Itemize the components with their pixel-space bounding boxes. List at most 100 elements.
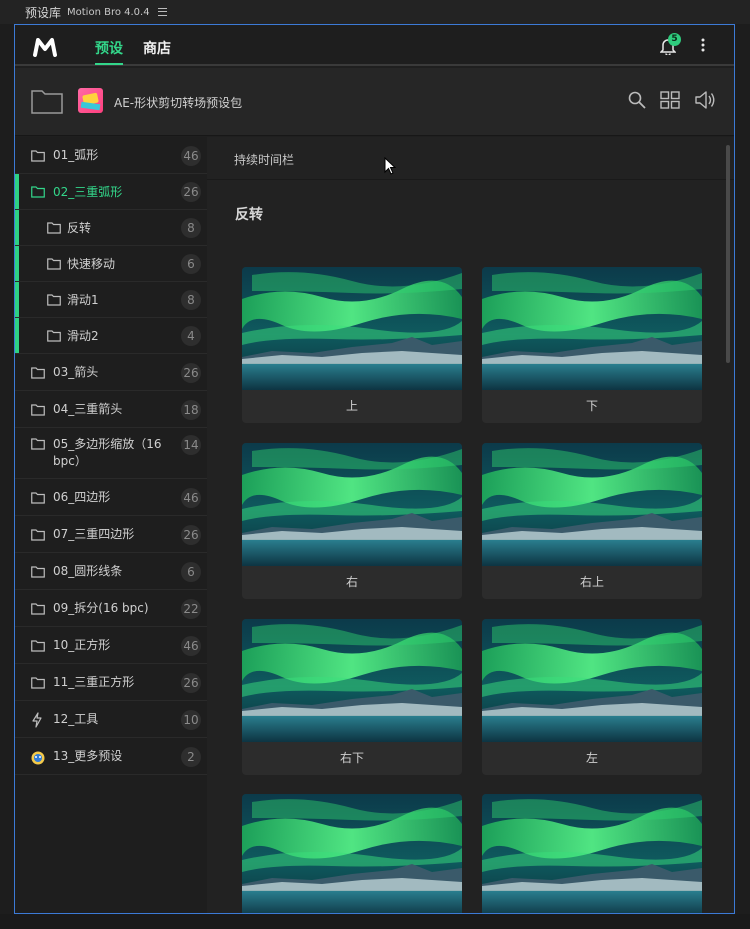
folder-icon bbox=[47, 222, 61, 234]
folder-icon[interactable] bbox=[31, 88, 63, 114]
preset-thumbnail bbox=[242, 794, 462, 913]
item-count-badge: 26 bbox=[181, 362, 201, 383]
sidebar-subitem[interactable]: 快速移动 6 bbox=[15, 246, 207, 282]
sidebar-item-label: 10_正方形 bbox=[53, 638, 111, 652]
preset-label: 右下 bbox=[339, 751, 364, 765]
pack-thumbnail bbox=[78, 88, 103, 113]
section-title: 反转 bbox=[235, 207, 263, 223]
duration-bar[interactable]: 持续时间栏 bbox=[207, 137, 734, 180]
preset-thumbnail bbox=[242, 443, 462, 566]
item-count-badge: 18 bbox=[181, 399, 201, 420]
item-count-badge: 10 bbox=[181, 709, 201, 730]
sidebar-item-label: 滑动1 bbox=[67, 292, 99, 307]
sidebar-item-label: 快速移动 bbox=[67, 256, 116, 271]
sidebar-item-label: 07_三重四边形 bbox=[53, 527, 135, 541]
sidebar-subitem[interactable]: 滑动2 4 bbox=[15, 318, 207, 354]
item-count-badge: 8 bbox=[181, 290, 201, 310]
sidebar-item[interactable]: 10_正方形 46 bbox=[15, 627, 207, 664]
folder-icon bbox=[31, 602, 45, 615]
preset-thumbnail bbox=[242, 267, 462, 390]
item-count-badge: 26 bbox=[181, 182, 201, 202]
motion-bro-logo[interactable] bbox=[33, 37, 57, 57]
sidebar-item[interactable]: 12_工具 10 bbox=[15, 701, 207, 738]
preset-card[interactable]: 左下 bbox=[482, 794, 702, 913]
bottom-strip bbox=[0, 914, 750, 929]
pack-header: AE-形状剪切转场预设包 bbox=[15, 68, 734, 136]
item-count-badge: 46 bbox=[181, 145, 201, 166]
item-count-badge: 4 bbox=[181, 326, 201, 346]
sidebar-item-label: 06_四边形 bbox=[53, 490, 111, 504]
lightning-icon bbox=[32, 711, 42, 728]
sidebar-item[interactable]: 01_弧形 46 bbox=[15, 137, 207, 174]
folder-icon bbox=[31, 528, 45, 541]
sidebar-item-label: 05_多边形缩放（16 bpc） bbox=[53, 437, 162, 468]
sidebar-item-label: 反转 bbox=[67, 220, 92, 235]
preset-label: 右上 bbox=[579, 575, 604, 589]
content-scrollbar[interactable] bbox=[726, 145, 730, 363]
preset-card[interactable]: 上 bbox=[242, 267, 462, 423]
version-label: Motion Bro 4.0.4 bbox=[67, 6, 150, 18]
preset-label: 右 bbox=[345, 575, 358, 589]
preset-thumbnail bbox=[482, 267, 702, 390]
preset-thumbnail bbox=[482, 619, 702, 742]
preset-thumbnail bbox=[482, 794, 702, 913]
item-count-badge: 6 bbox=[181, 254, 201, 274]
item-count-badge: 26 bbox=[181, 524, 201, 545]
sidebar-item[interactable]: 08_圆形线条 6 bbox=[15, 553, 207, 590]
panel-title: 预设库 bbox=[25, 5, 62, 20]
sidebar-item-label: 09_拆分(16 bpc) bbox=[53, 601, 149, 615]
mouse-cursor-icon bbox=[384, 157, 396, 175]
preset-card[interactable]: 右下 bbox=[242, 619, 462, 775]
sidebar-item-label: 13_更多预设 bbox=[53, 749, 123, 763]
sidebar-item[interactable]: 04_三重箭头 18 bbox=[15, 391, 207, 428]
folder-icon bbox=[47, 294, 61, 306]
preset-label: 下 bbox=[585, 399, 598, 413]
sidebar-subitem[interactable]: 滑动1 8 bbox=[15, 282, 207, 318]
speaker-icon[interactable] bbox=[694, 91, 716, 109]
sidebar-item-label: 03_箭头 bbox=[53, 365, 99, 379]
grid-view-icon[interactable] bbox=[660, 91, 680, 109]
preset-content: 持续时间栏 反转 上 下右 右上右下 左左上左下 bbox=[207, 137, 734, 913]
item-count-badge: 46 bbox=[181, 487, 201, 508]
motion-bro-panel: 预设 商店 5 AE-形状剪切转场预设包 01_弧形 46 02_三重弧形 26… bbox=[14, 24, 735, 914]
search-icon[interactable] bbox=[628, 91, 646, 109]
sidebar-item[interactable]: 03_箭头 26 bbox=[15, 354, 207, 391]
sidebar-item[interactable]: 11_三重正方形 26 bbox=[15, 664, 207, 701]
sidebar-item[interactable]: 07_三重四边形 26 bbox=[15, 516, 207, 553]
preset-card[interactable]: 左 bbox=[482, 619, 702, 775]
sidebar-item-label: 02_三重弧形 bbox=[53, 184, 123, 199]
sidebar-item[interactable]: 09_拆分(16 bpc) 22 bbox=[15, 590, 207, 627]
folder-icon bbox=[31, 491, 45, 504]
folder-icon bbox=[47, 330, 61, 342]
preset-card[interactable]: 左上 bbox=[242, 794, 462, 913]
sidebar-item[interactable]: 02_三重弧形 26 bbox=[15, 174, 207, 210]
preset-card[interactable]: 右 bbox=[242, 443, 462, 599]
item-count-badge: 22 bbox=[181, 598, 201, 619]
folder-icon bbox=[31, 403, 45, 416]
preset-card[interactable]: 右上 bbox=[482, 443, 702, 599]
folder-icon bbox=[31, 565, 45, 578]
panel-menu-icon[interactable] bbox=[157, 8, 167, 16]
folder-sidebar: 01_弧形 46 02_三重弧形 26 反转 8 快速移动 6 滑动1 8 滑动2 4 03_箭头 26 0… bbox=[15, 137, 207, 913]
panel-titlebar: 预设库 Motion Bro 4.0.4 bbox=[0, 0, 750, 24]
sidebar-item[interactable]: 05_多边形缩放（16 bpc） 14 bbox=[15, 428, 207, 479]
preset-thumbnail bbox=[482, 443, 702, 566]
sidebar-item-label: 01_弧形 bbox=[53, 148, 99, 162]
folder-icon bbox=[31, 149, 45, 162]
item-count-badge: 8 bbox=[181, 218, 201, 238]
folder-icon bbox=[31, 186, 45, 198]
sidebar-item[interactable]: 13_更多预设 2 bbox=[15, 738, 207, 775]
tab-presets[interactable]: 预设 bbox=[95, 38, 123, 65]
more-options-icon[interactable] bbox=[701, 38, 705, 52]
preset-card[interactable]: 下 bbox=[482, 267, 702, 423]
preset-label: 上 bbox=[345, 399, 358, 413]
item-count-badge: 46 bbox=[181, 635, 201, 656]
folder-icon bbox=[47, 258, 61, 270]
folder-icon bbox=[31, 366, 45, 379]
tab-store[interactable]: 商店 bbox=[143, 38, 171, 58]
top-nav: 预设 商店 5 bbox=[15, 25, 734, 66]
sidebar-subitem[interactable]: 反转 8 bbox=[15, 210, 207, 246]
sidebar-item-label: 11_三重正方形 bbox=[53, 675, 135, 689]
sidebar-item[interactable]: 06_四边形 46 bbox=[15, 479, 207, 516]
item-count-badge: 26 bbox=[181, 672, 201, 693]
